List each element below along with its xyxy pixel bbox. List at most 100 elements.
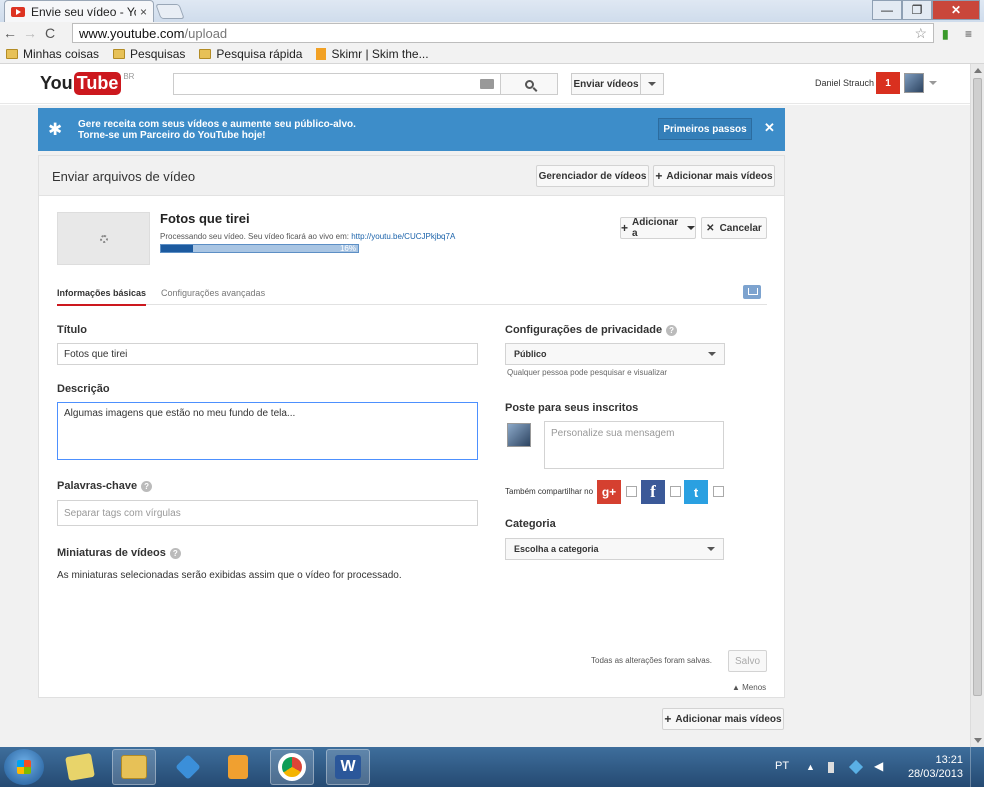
privacy-label: Configurações de privacidade?	[505, 324, 678, 336]
saved-button[interactable]: Salvo	[728, 650, 767, 672]
bookmark-minhas-coisas[interactable]: Minhas coisas	[6, 47, 99, 61]
word-icon: W	[335, 755, 361, 779]
bookmark-pesquisa-rapida[interactable]: Pesquisa rápida	[199, 47, 302, 61]
keyboard-icon[interactable]	[480, 79, 494, 89]
browser-tab[interactable]: Envie seu vídeo - You ×	[4, 0, 154, 22]
bookmark-pesquisas[interactable]: Pesquisas	[113, 47, 185, 61]
chevron-down-icon	[707, 547, 715, 551]
forward-button[interactable]: →	[20, 25, 40, 41]
page-scrollbar[interactable]	[970, 64, 984, 747]
dropbox-task[interactable]	[166, 749, 210, 785]
add-more-videos-button[interactable]: + Adicionar mais vídeos	[653, 165, 775, 187]
youtube-favicon-icon	[11, 6, 25, 17]
upload-icon[interactable]	[743, 285, 761, 299]
title-field[interactable]: Fotos que tirei	[57, 343, 478, 365]
reload-button[interactable]: C	[40, 25, 60, 41]
windows-start-icon[interactable]	[4, 749, 44, 785]
search-input[interactable]	[173, 73, 501, 95]
tray-expand-icon[interactable]: ▲	[806, 762, 818, 773]
account-menu-chevron-icon[interactable]	[929, 81, 937, 85]
media-player-task[interactable]	[216, 749, 260, 785]
youtube-logo[interactable]: You Tube BR	[40, 72, 134, 95]
less-link[interactable]: ▲ Menos	[732, 683, 766, 692]
network-icon[interactable]	[828, 762, 840, 773]
add-more-videos-button-bottom[interactable]: + Adicionar mais vídeos	[662, 708, 784, 730]
scroll-thumb[interactable]	[973, 78, 982, 696]
category-select[interactable]: Escolha a categoria	[505, 538, 724, 560]
chevron-down-icon	[708, 352, 716, 356]
video-link[interactable]: http://youtu.be/CUCJPkjbq7A	[351, 232, 455, 241]
avatar[interactable]	[904, 73, 924, 93]
help-icon[interactable]: ?	[169, 547, 181, 559]
bookmark-star-icon[interactable]: ☆	[914, 25, 927, 42]
volume-icon[interactable]: ◀	[874, 759, 886, 773]
thumbnails-label: Miniaturas de vídeos?	[57, 547, 181, 559]
explorer-task[interactable]	[112, 749, 156, 785]
title-label: Título	[57, 324, 87, 336]
help-icon[interactable]: ?	[666, 324, 678, 336]
dropbox-icon	[175, 754, 201, 780]
signal-extension-icon[interactable]: ▮	[942, 27, 949, 41]
chrome-task[interactable]	[270, 749, 314, 785]
scroll-down-icon[interactable]	[974, 738, 982, 743]
new-tab-button[interactable]	[155, 4, 185, 19]
google-plus-icon[interactable]: g+	[597, 480, 621, 504]
menu-icon[interactable]: ≡	[965, 27, 972, 41]
window-maximize-button[interactable]: ❐	[902, 0, 932, 20]
share-label: Também compartilhar no	[505, 487, 594, 496]
language-indicator[interactable]: PT	[775, 760, 789, 772]
url-host: www.youtube.com	[79, 25, 185, 41]
chrome-icon	[278, 753, 306, 781]
banner-text: Gere receita com seus vídeos e aumente s…	[78, 119, 356, 141]
description-field[interactable]: Algumas imagens que estão no meu fundo d…	[57, 402, 478, 460]
video-title: Fotos que tirei	[160, 211, 250, 226]
address-bar[interactable]: www.youtube.com/upload ☆	[72, 23, 934, 43]
add-to-playlist-button[interactable]: + Adicionar a	[620, 217, 696, 239]
dropbox-tray-icon[interactable]	[848, 759, 864, 775]
upload-videos-button[interactable]: Enviar vídeos	[571, 73, 641, 95]
folder-icon	[121, 755, 147, 779]
username[interactable]: Daniel Strauch	[815, 78, 874, 88]
notification-badge[interactable]: 1	[876, 72, 900, 94]
window-close-button[interactable]: ✕	[932, 0, 980, 20]
tags-input[interactable]: Separar tags com vírgulas	[57, 500, 478, 526]
message-field[interactable]: Personalize sua mensagem	[544, 421, 724, 469]
tab-basic-info[interactable]: Informações básicas	[57, 288, 147, 306]
tags-label: Palavras-chave?	[57, 480, 153, 492]
media-player-icon	[228, 755, 248, 779]
cancel-button[interactable]: ✕ Cancelar	[701, 217, 767, 239]
facebook-checkbox[interactable]	[670, 486, 681, 497]
help-icon[interactable]: ?	[141, 480, 153, 492]
window-minimize-button[interactable]: —	[872, 0, 902, 20]
plus-icon: +	[664, 712, 672, 726]
scroll-up-icon[interactable]	[974, 68, 982, 73]
bookmarks-bar: Minhas coisas Pesquisas Pesquisa rápida …	[0, 44, 984, 64]
folder-icon	[199, 48, 212, 59]
close-icon[interactable]: ✕	[764, 120, 775, 136]
folder-icon	[6, 48, 18, 59]
tab-close-icon[interactable]: ×	[140, 5, 147, 19]
avatar	[507, 423, 531, 447]
browser-titlebar: Envie seu vídeo - You × — ❐ ✕	[0, 0, 984, 22]
upload-dropdown-button[interactable]	[640, 73, 664, 95]
twitter-checkbox[interactable]	[713, 486, 724, 497]
clock[interactable]: 13:21 28/03/2013	[905, 753, 963, 781]
privacy-select[interactable]: Público	[505, 343, 725, 365]
progress-percent: 16%	[339, 244, 356, 253]
saved-status: Todas as alterações foram salvas.	[591, 656, 712, 665]
search-button[interactable]	[500, 73, 558, 95]
tab-advanced-settings[interactable]: Configurações avançadas	[161, 288, 265, 298]
google-plus-checkbox[interactable]	[626, 486, 637, 497]
sticky-notes-task[interactable]	[58, 749, 102, 785]
twitter-icon[interactable]: t	[684, 480, 708, 504]
info-tabs: Informações básicas Configurações avança…	[57, 286, 767, 306]
plus-icon: +	[655, 169, 663, 183]
first-steps-button[interactable]: Primeiros passos	[658, 118, 752, 140]
back-button[interactable]: ←	[0, 25, 20, 41]
video-manager-button[interactable]: Gerenciador de vídeos	[536, 165, 649, 187]
bookmark-skimr[interactable]: Skimr | Skim the...	[316, 47, 429, 61]
video-thumbnail	[57, 212, 150, 265]
word-task[interactable]: W	[326, 749, 370, 785]
show-desktop-button[interactable]	[970, 747, 984, 787]
facebook-icon[interactable]: f	[641, 480, 665, 504]
